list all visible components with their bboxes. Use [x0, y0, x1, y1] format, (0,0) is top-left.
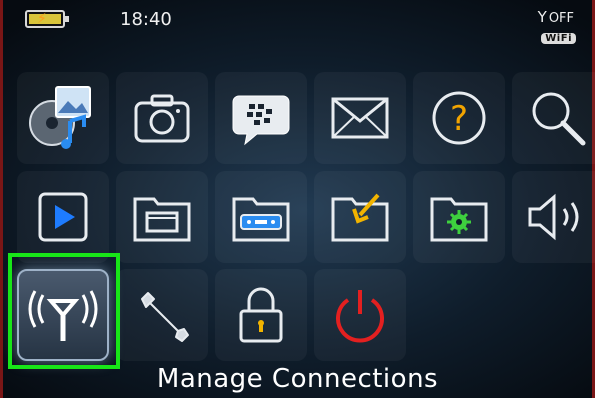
camera-icon [134, 94, 190, 143]
wifi-badge: WiFi [541, 33, 576, 44]
envelope-icon [331, 97, 389, 139]
home-screen: ⚡ 18:40 Y OFF WiFi ? Manage Connections [0, 0, 595, 398]
help-icon: ? [432, 91, 486, 145]
radio-status: Y OFF [538, 8, 574, 26]
files-app[interactable] [116, 171, 208, 263]
bbm-icon [232, 95, 290, 146]
applications-app[interactable] [215, 171, 307, 263]
battery-icon: ⚡ [25, 10, 69, 28]
video-app[interactable] [17, 171, 109, 263]
status-bar: ⚡ 18:40 Y OFF WiFi [3, 0, 592, 60]
wrench-icon [141, 292, 189, 342]
radio-status-text: OFF [548, 11, 574, 26]
folder-window-icon [133, 197, 191, 242]
setup-app[interactable] [116, 269, 208, 361]
svg-text:?: ? [450, 99, 468, 139]
speaker-icon [528, 193, 579, 241]
messenger-app[interactable] [215, 72, 307, 164]
sounds-app[interactable] [512, 171, 595, 263]
folder-settings-icon [430, 197, 488, 242]
messages-app[interactable] [314, 72, 406, 164]
play-icon [38, 192, 88, 242]
media-app[interactable] [17, 72, 109, 164]
options-folder-app[interactable] [413, 171, 505, 263]
lock-app[interactable] [215, 269, 307, 361]
power-icon [336, 290, 384, 343]
search-app[interactable] [512, 72, 595, 164]
camera-app[interactable] [116, 72, 208, 164]
clock: 18:40 [120, 9, 172, 30]
power-app[interactable] [314, 269, 406, 361]
folder-download-icon [331, 193, 389, 242]
lock-icon [239, 287, 283, 343]
selected-app-label: Manage Connections [156, 364, 439, 394]
help-app[interactable]: ? [413, 72, 505, 164]
selection-highlight [8, 253, 120, 369]
folder-device-icon [232, 197, 290, 242]
media-icon [29, 86, 91, 149]
antenna-icon: Y [537, 8, 547, 26]
downloads-app[interactable] [314, 171, 406, 263]
search-icon [532, 92, 586, 146]
